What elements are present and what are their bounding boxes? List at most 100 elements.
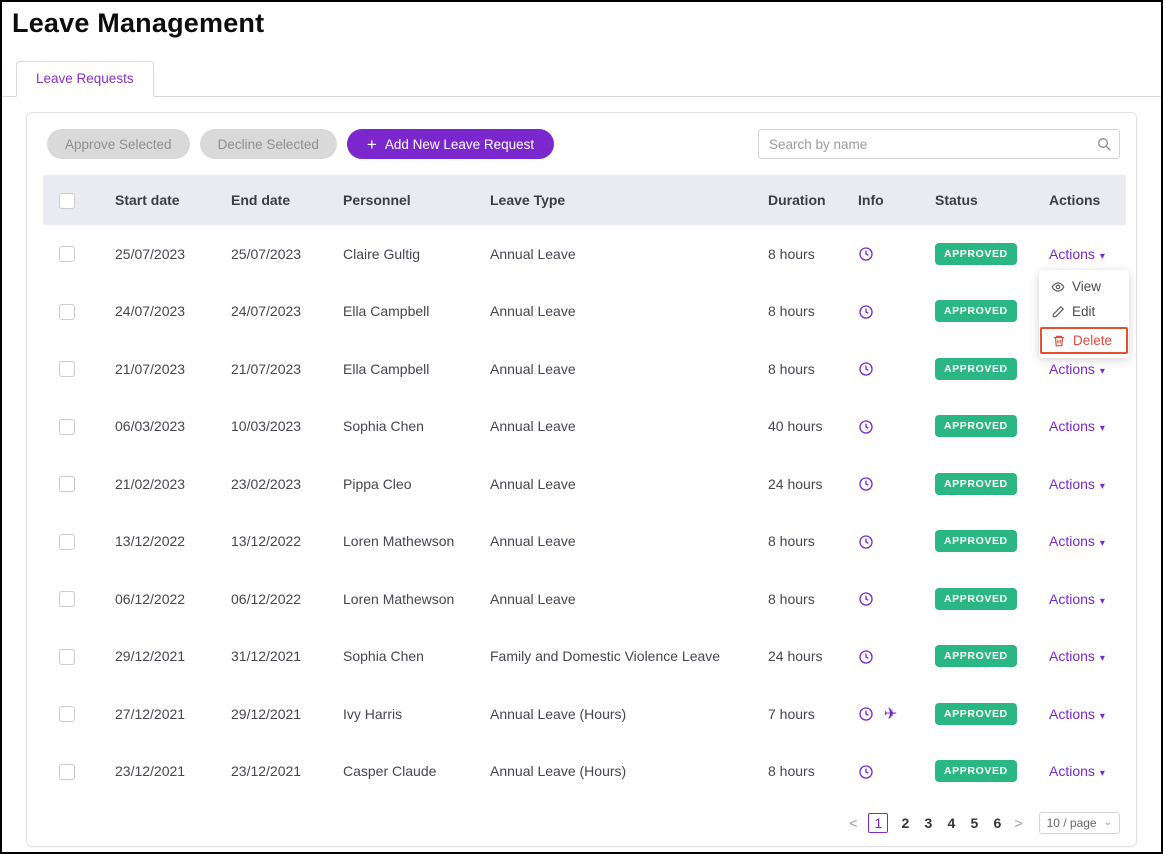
actions-label: Actions — [1049, 245, 1095, 262]
clock-icon[interactable] — [858, 591, 874, 607]
table-row: 06/03/2023 10/03/2023 Sophia Chen Annual… — [43, 398, 1126, 456]
table-header-row: Start date End date Personnel Leave Type… — [43, 175, 1126, 225]
row-checkbox[interactable] — [59, 476, 75, 493]
clock-icon[interactable] — [858, 246, 874, 262]
eye-icon — [1051, 280, 1065, 294]
clock-icon[interactable] — [858, 419, 874, 435]
actions-menu-button[interactable]: Actions ▾ — [1049, 763, 1105, 779]
page-button-4[interactable]: 4 — [945, 815, 957, 831]
tab-bar: Leave Requests — [2, 61, 1161, 97]
start-date-cell: 06/03/2023 — [115, 418, 186, 435]
start-date-cell: 21/07/2023 — [115, 360, 186, 377]
search-input[interactable] — [758, 129, 1120, 159]
chevron-down-icon: ▾ — [1099, 595, 1105, 607]
page-button-5[interactable]: 5 — [968, 815, 980, 831]
info-cell: ✈ — [842, 685, 919, 743]
personnel-cell: Loren Mathewson — [343, 533, 455, 550]
select-all-checkbox[interactable] — [59, 192, 75, 209]
actions-menu-button[interactable]: Actions ▾ — [1049, 706, 1105, 722]
status-badge: APPROVED — [935, 760, 1017, 783]
clock-icon[interactable] — [858, 649, 874, 665]
clock-icon[interactable] — [858, 534, 874, 550]
actions-menu-button[interactable]: Actions ▾ — [1049, 246, 1105, 262]
checkbox-cell — [43, 398, 99, 456]
row-checkbox[interactable] — [59, 763, 75, 780]
page-title: Leave Management — [12, 8, 265, 38]
status-cell: APPROVED — [919, 513, 1033, 571]
personnel-cell: Ella Campbell — [343, 303, 430, 320]
status-cell: APPROVED — [919, 455, 1033, 513]
leave-type-cell: Annual Leave — [490, 418, 576, 435]
actions-menu-button[interactable]: Actions ▾ — [1049, 476, 1105, 492]
add-leave-request-button[interactable]: + Add New Leave Request — [346, 129, 555, 159]
approve-selected-button[interactable]: Approve Selected — [47, 129, 190, 159]
prev-page-button[interactable]: < — [849, 815, 857, 831]
info-cell: ✈ — [842, 398, 919, 456]
leave-type-cell: Annual Leave — [490, 360, 576, 377]
status-badge: APPROVED — [935, 242, 1017, 265]
dropdown-item-edit[interactable]: Edit — [1039, 299, 1129, 324]
clock-icon[interactable] — [858, 361, 874, 377]
duration-cell: 40 hours — [768, 418, 823, 435]
page-button-2[interactable]: 2 — [899, 815, 911, 831]
actions-label: Actions — [1049, 533, 1095, 550]
decline-selected-button[interactable]: Decline Selected — [199, 129, 337, 159]
dropdown-item-view[interactable]: View — [1039, 274, 1129, 299]
personnel-cell: Sophia Chen — [343, 648, 424, 665]
table-row: 21/02/2023 23/02/2023 Pippa Cleo Annual … — [43, 455, 1126, 513]
clock-icon[interactable] — [858, 476, 874, 492]
checkbox-cell — [43, 743, 99, 801]
row-checkbox[interactable] — [59, 303, 75, 320]
checkbox-cell — [43, 283, 99, 341]
page-size-select[interactable]: 10 / page ⌄ — [1038, 812, 1120, 834]
actions-menu-button[interactable]: Actions ▾ — [1049, 418, 1105, 434]
personnel-cell: Loren Mathewson — [343, 590, 455, 607]
clock-icon[interactable] — [858, 764, 874, 780]
row-checkbox[interactable] — [59, 361, 75, 378]
actions-menu-button[interactable]: Actions ▾ — [1049, 361, 1105, 377]
leave-type-cell: Annual Leave — [490, 475, 576, 492]
trash-icon — [1052, 334, 1066, 348]
checkbox-cell — [43, 340, 99, 398]
plane-icon[interactable]: ✈ — [884, 706, 897, 723]
leave-type-cell: Annual Leave — [490, 590, 576, 607]
info-cell: ✈ — [842, 455, 919, 513]
duration-cell: 8 hours — [768, 360, 815, 377]
end-date-cell: 29/12/2021 — [231, 705, 302, 722]
row-checkbox[interactable] — [59, 706, 75, 723]
personnel-cell: Ivy Harris — [343, 705, 403, 722]
row-checkbox[interactable] — [59, 591, 75, 608]
row-checkbox[interactable] — [59, 648, 75, 665]
chevron-down-icon: ▾ — [1099, 653, 1105, 665]
actions-menu-button[interactable]: Actions ▾ — [1049, 533, 1105, 549]
page-button-1[interactable]: 1 — [868, 813, 889, 833]
personnel-cell: Claire Gultig — [343, 245, 421, 262]
page-button-3[interactable]: 3 — [922, 815, 934, 831]
duration-cell: 24 hours — [768, 648, 823, 665]
tab-leave-requests[interactable]: Leave Requests — [16, 61, 154, 97]
chevron-down-icon: ▾ — [1099, 710, 1105, 722]
column-header-personnel: Personnel — [327, 175, 474, 225]
leave-requests-table: Start date End date Personnel Leave Type… — [43, 175, 1126, 800]
dropdown-item-delete[interactable]: Delete — [1040, 327, 1128, 354]
row-checkbox[interactable] — [59, 246, 75, 263]
actions-menu-button[interactable]: Actions ▾ — [1049, 648, 1105, 664]
clock-icon[interactable] — [858, 706, 874, 722]
actions-menu-button[interactable]: Actions ▾ — [1049, 591, 1105, 607]
actions-cell: Actions ▾ — [1033, 398, 1126, 456]
row-checkbox[interactable] — [59, 418, 75, 435]
status-badge: APPROVED — [935, 300, 1017, 323]
row-checkbox[interactable] — [59, 533, 75, 550]
column-header-duration: Duration — [752, 175, 842, 225]
status-cell: APPROVED — [919, 340, 1033, 398]
clock-icon[interactable] — [858, 304, 874, 320]
table-row: 06/12/2022 06/12/2022 Loren Mathewson An… — [43, 570, 1126, 628]
leave-type-cell: Annual Leave — [490, 303, 576, 320]
actions-cell: Actions ▾ — [1033, 513, 1126, 571]
page-button-6[interactable]: 6 — [991, 815, 1003, 831]
leave-type-cell: Annual Leave (Hours) — [490, 705, 627, 722]
leave-type-cell: Family and Domestic Violence Leave — [490, 648, 721, 665]
next-page-button[interactable]: > — [1014, 815, 1022, 831]
info-cell: ✈ — [842, 225, 919, 283]
info-cell: ✈ — [842, 628, 919, 686]
